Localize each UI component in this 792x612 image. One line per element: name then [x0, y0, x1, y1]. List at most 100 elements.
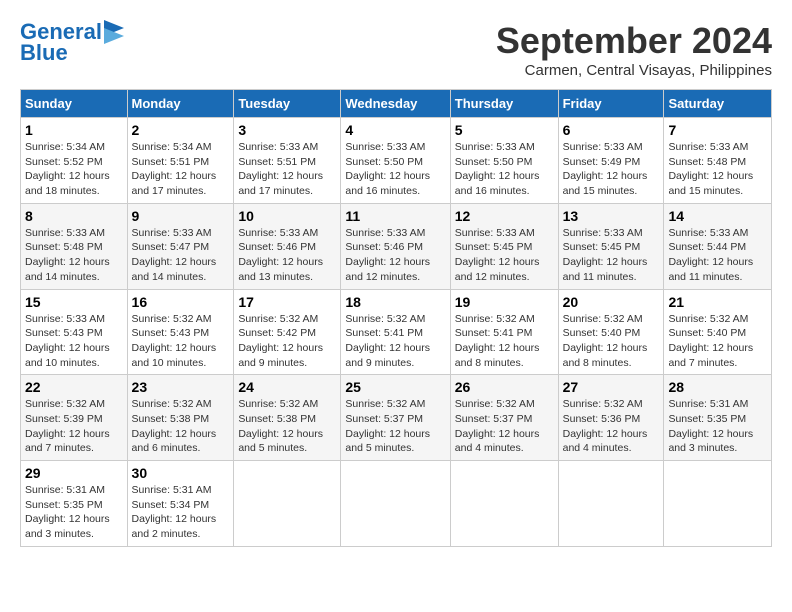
calendar-week-1: 1 Sunrise: 5:34 AMSunset: 5:52 PMDaylight…	[21, 118, 772, 204]
day-info: Sunrise: 5:33 AMSunset: 5:50 PMDaylight:…	[345, 140, 445, 199]
logo: General Blue	[20, 20, 124, 66]
day-number: 12	[455, 208, 554, 224]
calendar-cell: 15 Sunrise: 5:33 AMSunset: 5:43 PMDayligh…	[21, 289, 128, 375]
day-number: 9	[132, 208, 230, 224]
day-number: 13	[563, 208, 660, 224]
calendar-cell: 28 Sunrise: 5:31 AMSunset: 5:35 PMDayligh…	[664, 375, 772, 461]
title-area: September 2024 Carmen, Central Visayas, …	[496, 20, 772, 79]
day-number: 20	[563, 294, 660, 310]
day-number: 21	[668, 294, 767, 310]
calendar-cell: 14 Sunrise: 5:33 AMSunset: 5:44 PMDayligh…	[664, 203, 772, 289]
calendar-cell: 4Sunrise: 5:33 AMSunset: 5:50 PMDaylight…	[341, 118, 450, 204]
day-number: 27	[563, 379, 660, 395]
day-number: 7	[668, 122, 767, 138]
day-info: Sunrise: 5:33 AMSunset: 5:47 PMDaylight:…	[132, 226, 230, 285]
col-header-tuesday: Tuesday	[234, 90, 341, 118]
col-header-sunday: Sunday	[21, 90, 128, 118]
day-number: 25	[345, 379, 445, 395]
calendar-cell: 26 Sunrise: 5:32 AMSunset: 5:37 PMDayligh…	[450, 375, 558, 461]
calendar-cell: 3Sunrise: 5:33 AMSunset: 5:51 PMDaylight…	[234, 118, 341, 204]
calendar-cell: 16 Sunrise: 5:32 AMSunset: 5:43 PMDayligh…	[127, 289, 234, 375]
calendar-cell: 17 Sunrise: 5:32 AMSunset: 5:42 PMDayligh…	[234, 289, 341, 375]
day-info: Sunrise: 5:32 AMSunset: 5:41 PMDaylight:…	[345, 312, 445, 371]
calendar-cell	[234, 461, 341, 547]
calendar-cell	[341, 461, 450, 547]
day-number: 23	[132, 379, 230, 395]
day-info: Sunrise: 5:32 AMSunset: 5:39 PMDaylight:…	[25, 397, 123, 456]
calendar-cell: 29Sunrise: 5:31 AMSunset: 5:35 PMDayligh…	[21, 461, 128, 547]
day-number: 1	[25, 122, 123, 138]
calendar-cell: 2Sunrise: 5:34 AMSunset: 5:51 PMDaylight…	[127, 118, 234, 204]
calendar-cell: 30Sunrise: 5:31 AMSunset: 5:34 PMDayligh…	[127, 461, 234, 547]
calendar-cell: 5 Sunrise: 5:33 AMSunset: 5:50 PMDaylight…	[450, 118, 558, 204]
calendar-cell: 23 Sunrise: 5:32 AMSunset: 5:38 PMDayligh…	[127, 375, 234, 461]
calendar-cell: 27 Sunrise: 5:32 AMSunset: 5:36 PMDayligh…	[558, 375, 664, 461]
calendar-cell: 19 Sunrise: 5:32 AMSunset: 5:41 PMDayligh…	[450, 289, 558, 375]
day-info: Sunrise: 5:33 AMSunset: 5:45 PMDaylight:…	[563, 226, 660, 285]
day-number: 19	[455, 294, 554, 310]
day-info: Sunrise: 5:33 AMSunset: 5:43 PMDaylight:…	[25, 312, 123, 371]
day-info: Sunrise: 5:32 AMSunset: 5:37 PMDaylight:…	[345, 397, 445, 456]
month-title: September 2024	[496, 20, 772, 62]
calendar-cell: 1 Sunrise: 5:34 AMSunset: 5:52 PMDaylight…	[21, 118, 128, 204]
day-info: Sunrise: 5:32 AMSunset: 5:38 PMDaylight:…	[132, 397, 230, 456]
day-number: 2	[132, 122, 230, 138]
day-number: 6	[563, 122, 660, 138]
calendar-cell: 10 Sunrise: 5:33 AMSunset: 5:46 PMDayligh…	[234, 203, 341, 289]
calendar-table: SundayMondayTuesdayWednesdayThursdayFrid…	[20, 89, 772, 547]
calendar-cell: 21Sunrise: 5:32 AMSunset: 5:40 PMDayligh…	[664, 289, 772, 375]
calendar-cell: 25 Sunrise: 5:32 AMSunset: 5:37 PMDayligh…	[341, 375, 450, 461]
calendar-cell: 13 Sunrise: 5:33 AMSunset: 5:45 PMDayligh…	[558, 203, 664, 289]
calendar-cell: 6 Sunrise: 5:33 AMSunset: 5:49 PMDaylight…	[558, 118, 664, 204]
day-info: Sunrise: 5:33 AMSunset: 5:49 PMDaylight:…	[563, 140, 660, 199]
calendar-week-4: 22Sunrise: 5:32 AMSunset: 5:39 PMDayligh…	[21, 375, 772, 461]
day-info: Sunrise: 5:33 AMSunset: 5:48 PMDaylight:…	[25, 226, 123, 285]
day-info: Sunrise: 5:33 AMSunset: 5:48 PMDaylight:…	[668, 140, 767, 199]
calendar-cell: 8 Sunrise: 5:33 AMSunset: 5:48 PMDaylight…	[21, 203, 128, 289]
day-number: 26	[455, 379, 554, 395]
day-number: 15	[25, 294, 123, 310]
day-info: Sunrise: 5:33 AMSunset: 5:46 PMDaylight:…	[238, 226, 336, 285]
day-info: Sunrise: 5:31 AMSunset: 5:35 PMDaylight:…	[668, 397, 767, 456]
day-number: 16	[132, 294, 230, 310]
calendar-week-3: 15 Sunrise: 5:33 AMSunset: 5:43 PMDayligh…	[21, 289, 772, 375]
calendar-week-5: 29Sunrise: 5:31 AMSunset: 5:35 PMDayligh…	[21, 461, 772, 547]
day-info: Sunrise: 5:33 AMSunset: 5:51 PMDaylight:…	[238, 140, 336, 199]
day-info: Sunrise: 5:32 AMSunset: 5:36 PMDaylight:…	[563, 397, 660, 456]
day-info: Sunrise: 5:32 AMSunset: 5:42 PMDaylight:…	[238, 312, 336, 371]
day-number: 28	[668, 379, 767, 395]
col-header-thursday: Thursday	[450, 90, 558, 118]
calendar-cell: 9 Sunrise: 5:33 AMSunset: 5:47 PMDaylight…	[127, 203, 234, 289]
day-number: 17	[238, 294, 336, 310]
day-info: Sunrise: 5:34 AMSunset: 5:52 PMDaylight:…	[25, 140, 123, 199]
calendar-cell: 7 Sunrise: 5:33 AMSunset: 5:48 PMDaylight…	[664, 118, 772, 204]
day-info: Sunrise: 5:32 AMSunset: 5:41 PMDaylight:…	[455, 312, 554, 371]
day-info: Sunrise: 5:32 AMSunset: 5:38 PMDaylight:…	[238, 397, 336, 456]
header: General Blue September 2024 Carmen, Cent…	[20, 20, 772, 79]
day-number: 5	[455, 122, 554, 138]
day-info: Sunrise: 5:33 AMSunset: 5:45 PMDaylight:…	[455, 226, 554, 285]
calendar-cell	[558, 461, 664, 547]
day-info: Sunrise: 5:32 AMSunset: 5:37 PMDaylight:…	[455, 397, 554, 456]
day-number: 29	[25, 465, 123, 481]
calendar-cell	[450, 461, 558, 547]
day-number: 30	[132, 465, 230, 481]
day-number: 14	[668, 208, 767, 224]
calendar-cell: 12 Sunrise: 5:33 AMSunset: 5:45 PMDayligh…	[450, 203, 558, 289]
day-info: Sunrise: 5:32 AMSunset: 5:43 PMDaylight:…	[132, 312, 230, 371]
day-number: 11	[345, 208, 445, 224]
calendar-cell: 20Sunrise: 5:32 AMSunset: 5:40 PMDayligh…	[558, 289, 664, 375]
day-number: 24	[238, 379, 336, 395]
day-info: Sunrise: 5:33 AMSunset: 5:44 PMDaylight:…	[668, 226, 767, 285]
calendar-week-2: 8 Sunrise: 5:33 AMSunset: 5:48 PMDaylight…	[21, 203, 772, 289]
day-info: Sunrise: 5:33 AMSunset: 5:50 PMDaylight:…	[455, 140, 554, 199]
day-number: 10	[238, 208, 336, 224]
calendar-cell: 24 Sunrise: 5:32 AMSunset: 5:38 PMDayligh…	[234, 375, 341, 461]
calendar-cell: 22Sunrise: 5:32 AMSunset: 5:39 PMDayligh…	[21, 375, 128, 461]
col-header-monday: Monday	[127, 90, 234, 118]
day-number: 18	[345, 294, 445, 310]
col-header-saturday: Saturday	[664, 90, 772, 118]
calendar-cell: 18 Sunrise: 5:32 AMSunset: 5:41 PMDayligh…	[341, 289, 450, 375]
calendar-header-row: SundayMondayTuesdayWednesdayThursdayFrid…	[21, 90, 772, 118]
day-number: 8	[25, 208, 123, 224]
